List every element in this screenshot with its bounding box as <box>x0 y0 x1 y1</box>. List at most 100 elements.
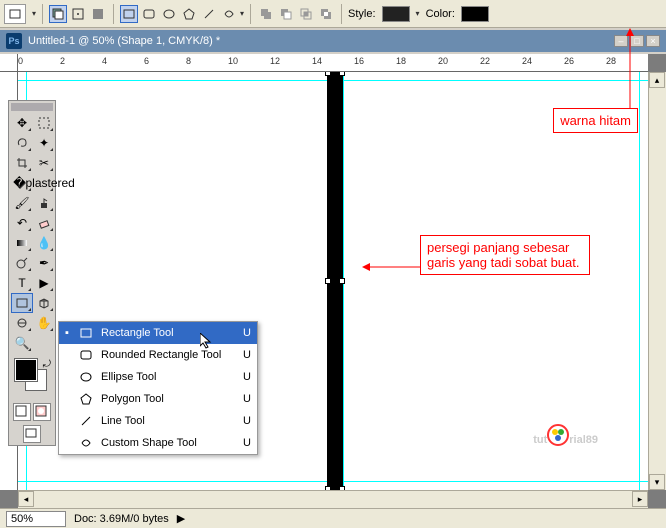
path-operations-row <box>257 5 335 23</box>
menu-item-rounded-rectangle-tool[interactable]: Rounded Rectangle Tool U <box>59 344 257 366</box>
pen-tool[interactable]: ✒ <box>33 253 55 273</box>
3d-tool[interactable] <box>33 293 55 313</box>
ruler-tick: 20 <box>438 56 448 66</box>
ruler-tick: 28 <box>606 56 616 66</box>
magic-wand-tool[interactable]: ✦ <box>33 133 55 153</box>
eraser-tool[interactable] <box>33 213 55 233</box>
ruler-tick: 4 <box>102 56 107 66</box>
status-bar: 50% Doc: 3.69M/0 bytes ▶ <box>0 508 666 528</box>
style-label: Style: <box>348 8 376 20</box>
transform-handle[interactable] <box>339 278 345 284</box>
scrollbar-vertical[interactable]: ▴ ▾ <box>648 72 666 490</box>
path-selection-tool[interactable]: ▶ <box>33 273 55 293</box>
lasso-tool[interactable] <box>11 133 33 153</box>
line-shape-button[interactable] <box>200 5 218 23</box>
ruler-origin[interactable] <box>0 54 18 72</box>
transform-handle[interactable] <box>325 278 331 284</box>
color-picker-box: ⤾ <box>11 357 53 399</box>
zoom-input[interactable]: 50% <box>6 511 66 527</box>
shape-icon <box>79 415 93 427</box>
brush-tool[interactable]: 🖌 <box>11 193 33 213</box>
screen-mode-button[interactable] <box>23 425 41 443</box>
dropdown-arrow-icon[interactable]: ▾ <box>32 9 36 18</box>
hand-tool[interactable]: ✋ <box>33 313 55 333</box>
ruler-tick: 10 <box>228 56 238 66</box>
color-swatch[interactable] <box>461 6 489 22</box>
style-dropdown-arrow[interactable]: ▾ <box>416 9 420 18</box>
document-info-dropdown[interactable]: ▶ <box>177 512 185 525</box>
annotation-arrow-icon <box>624 28 636 108</box>
transform-bounding-box[interactable] <box>327 72 343 490</box>
document-tab: Ps Untitled-1 @ 50% (Shape 1, CMYK/8) * … <box>0 30 666 52</box>
paths-button[interactable] <box>69 5 87 23</box>
move-tool[interactable]: ✥ <box>11 113 33 133</box>
scrollbar-horizontal[interactable]: ◂ ▸ <box>18 490 648 508</box>
blur-tool[interactable]: 💧 <box>33 233 55 253</box>
gradient-tool[interactable] <box>11 233 33 253</box>
separator <box>341 4 342 24</box>
zoom-tool[interactable]: 🔍 <box>11 333 33 353</box>
shape-icon <box>79 349 93 361</box>
clone-stamp-tool[interactable] <box>33 193 55 213</box>
standard-mode-button[interactable] <box>13 403 31 421</box>
custom-shape-button[interactable] <box>220 5 238 23</box>
ruler-tick: 22 <box>480 56 490 66</box>
shape-tool-flyout-menu: ▪ Rectangle Tool U Rounded Rectangle Too… <box>58 321 258 455</box>
menu-item-label: Line Tool <box>101 415 145 427</box>
bullet-icon: ▪ <box>65 327 71 339</box>
menu-item-label: Rounded Rectangle Tool <box>101 349 221 361</box>
scroll-down-button[interactable]: ▾ <box>649 474 665 490</box>
polygon-shape-button[interactable] <box>180 5 198 23</box>
quick-mask-button[interactable] <box>33 403 51 421</box>
menu-item-polygon-tool[interactable]: Polygon Tool U <box>59 388 257 410</box>
exclude-shape-button[interactable] <box>317 5 335 23</box>
shape-mode-row <box>49 5 107 23</box>
menu-item-label: Custom Shape Tool <box>101 437 197 449</box>
rectangle-shape-button[interactable] <box>120 5 138 23</box>
shape-layers-button[interactable] <box>49 5 67 23</box>
swap-colors-icon[interactable]: ⤾ <box>43 359 51 370</box>
tools-panel-grip[interactable] <box>11 103 53 111</box>
add-to-shape-button[interactable] <box>257 5 275 23</box>
ruler-tick: 18 <box>396 56 406 66</box>
style-swatch[interactable] <box>382 6 410 22</box>
options-bar: ▾ ▾ Style: ▾ Color: <box>0 0 666 28</box>
scroll-left-button[interactable]: ◂ <box>18 491 34 507</box>
history-brush-tool[interactable]: ↶ <box>11 213 33 233</box>
subtract-from-shape-button[interactable] <box>277 5 295 23</box>
annotation-arrow-icon <box>362 262 420 272</box>
rectangle-shape-tool[interactable] <box>11 293 33 313</box>
menu-item-custom-shape-tool[interactable]: Custom Shape Tool U <box>59 432 257 454</box>
menu-item-line-tool[interactable]: Line Tool U <box>59 410 257 432</box>
healing-brush-tool[interactable]: �plastered <box>33 173 55 193</box>
marquee-tool[interactable] <box>33 113 55 133</box>
scroll-up-button[interactable]: ▴ <box>649 72 665 88</box>
close-button[interactable]: × <box>646 35 660 47</box>
foreground-color-swatch[interactable] <box>15 359 37 381</box>
rectangle-icon <box>9 8 21 20</box>
dodge-tool[interactable] <box>11 253 33 273</box>
menu-item-rectangle-tool[interactable]: ▪ Rectangle Tool U <box>59 322 257 344</box>
menu-item-shortcut: U <box>243 415 251 427</box>
document-info: Doc: 3.69M/0 bytes <box>74 513 169 525</box>
menu-item-shortcut: U <box>243 393 251 405</box>
crop-tool[interactable] <box>11 153 33 173</box>
tool-preset-picker[interactable] <box>4 4 26 24</box>
intersect-shape-button[interactable] <box>297 5 315 23</box>
ruler-horizontal[interactable]: 0246810121416182022242628 <box>18 54 648 72</box>
type-tool[interactable]: T <box>11 273 33 293</box>
guide-vertical[interactable] <box>639 72 640 490</box>
menu-item-label: Ellipse Tool <box>101 371 156 383</box>
menu-item-ellipse-tool[interactable]: Ellipse Tool U <box>59 366 257 388</box>
shape-icon <box>79 393 93 405</box>
3d-camera-tool[interactable] <box>11 313 33 333</box>
slice-tool[interactable]: ✂ <box>33 153 55 173</box>
scroll-right-button[interactable]: ▸ <box>632 491 648 507</box>
watermark: tutrial89 <box>533 419 598 450</box>
ellipse-shape-button[interactable] <box>160 5 178 23</box>
fill-pixels-button[interactable] <box>89 5 107 23</box>
rounded-rectangle-shape-button[interactable] <box>140 5 158 23</box>
shape-options-dropdown[interactable]: ▾ <box>240 9 244 18</box>
shape-icon <box>79 327 93 339</box>
separator <box>250 4 251 24</box>
